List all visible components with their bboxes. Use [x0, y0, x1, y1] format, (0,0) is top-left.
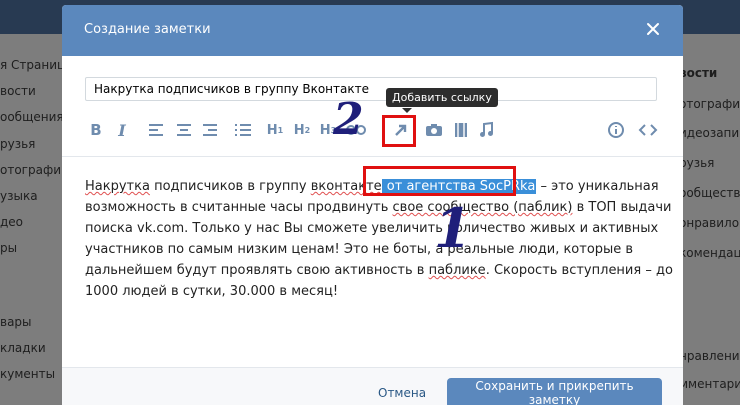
note-title-input[interactable]	[85, 77, 657, 101]
code-view-icon[interactable]	[638, 120, 658, 140]
editor-line: возможность в считанные часы продвинуть …	[85, 197, 671, 218]
misspelled-word: паблике	[428, 263, 486, 278]
bg-left-item: отографии	[0, 163, 69, 177]
annotation-box-selected-text	[363, 166, 516, 196]
close-icon[interactable]	[643, 19, 663, 39]
bg-right-item: онравило	[679, 216, 740, 230]
toolbar-divider	[62, 156, 683, 157]
editor-text: в ТОП выдачи	[572, 200, 672, 215]
editor-text: подписчиков в группу	[149, 179, 311, 194]
align-right-icon[interactable]	[202, 120, 218, 140]
misspelled-word: Накрутка	[85, 179, 150, 194]
align-left-icon[interactable]	[148, 120, 164, 140]
bg-left-item: я Страниц	[0, 58, 66, 72]
bold-button[interactable]: B	[88, 120, 104, 140]
bg-left-item: кументы	[0, 367, 56, 381]
create-note-modal: Создание заметки B I H1 H2 H3 Добавить с…	[62, 5, 683, 405]
tooltip-arrow	[402, 108, 412, 113]
background-left-menu: я Страниц вости ообщения рузья отографии…	[0, 34, 69, 405]
bg-right-item: комендац	[679, 246, 740, 260]
heading-1-index: 1	[277, 125, 284, 135]
bg-left-item: рузья	[0, 137, 36, 151]
cancel-button[interactable]: Отмена	[378, 386, 426, 400]
add-link-tooltip: Добавить ссылку	[386, 88, 498, 107]
bg-left-item: кладки	[0, 341, 46, 355]
editor-text: . Скорость вступления – до	[485, 263, 673, 278]
save-and-attach-button[interactable]: Сохранить и прикрепить заметку	[447, 378, 662, 405]
annotation-number-2: 2	[333, 94, 364, 145]
modal-title: Создание заметки	[84, 22, 211, 37]
bg-right-item: вости	[679, 66, 718, 80]
bg-right-item: рузья	[679, 156, 715, 170]
editor-text: дальнейшем будут проявлять свою активнос…	[85, 263, 429, 278]
annotation-box-link-button	[382, 115, 416, 147]
bg-left-item: вары	[0, 315, 32, 329]
bg-right-item: идеозапи	[679, 126, 740, 140]
camera-icon[interactable]	[425, 120, 443, 140]
editor-text: – это уникальная	[536, 179, 659, 194]
info-icon[interactable]	[607, 120, 625, 140]
modal-header: Создание заметки	[62, 5, 683, 56]
bg-right-item: отографи	[679, 97, 740, 111]
editor-line: поиска vk.com. Только у нас Вы сможете у…	[85, 221, 659, 236]
misspelled-word: свое сообщество (паблик)	[392, 200, 573, 215]
italic-button[interactable]: I	[114, 120, 130, 140]
modal-footer: Отмена Сохранить и прикрепить заметку	[62, 367, 683, 405]
editor-toolbar: B I H1 H2 H3	[82, 117, 662, 143]
bg-left-item: вости	[0, 84, 36, 98]
bg-left-item: ообщения	[0, 110, 64, 124]
bg-left-item: узыка	[0, 189, 38, 203]
editor-line: дальнейшем будут проявлять свою активнос…	[85, 260, 673, 281]
align-center-icon[interactable]	[176, 120, 192, 140]
video-icon[interactable]	[453, 120, 469, 140]
music-icon[interactable]	[479, 120, 493, 140]
background-right-menu: вости отографи идеозапи рузья ообществ о…	[679, 34, 740, 405]
bg-left-item: ры	[0, 241, 18, 255]
annotation-number-1: 1	[434, 196, 472, 260]
heading-2-index: 2	[304, 125, 311, 135]
heading-1-button[interactable]: H1	[265, 120, 285, 140]
editor-line: участников по самым низким ценам! Это не…	[85, 242, 634, 257]
bg-right-item: нравления	[679, 349, 740, 363]
bg-right-item: мментари	[679, 377, 740, 391]
editor-text: возможность в считанные часы продвинуть	[85, 200, 393, 215]
heading-2-button[interactable]: H2	[292, 120, 312, 140]
editor-line: 1000 людей в сутки, 30.000 в месяц!	[85, 284, 339, 299]
bullet-list-icon[interactable]	[234, 120, 252, 140]
bg-left-item: део	[0, 215, 24, 229]
bg-right-item: ообществ	[679, 186, 740, 200]
